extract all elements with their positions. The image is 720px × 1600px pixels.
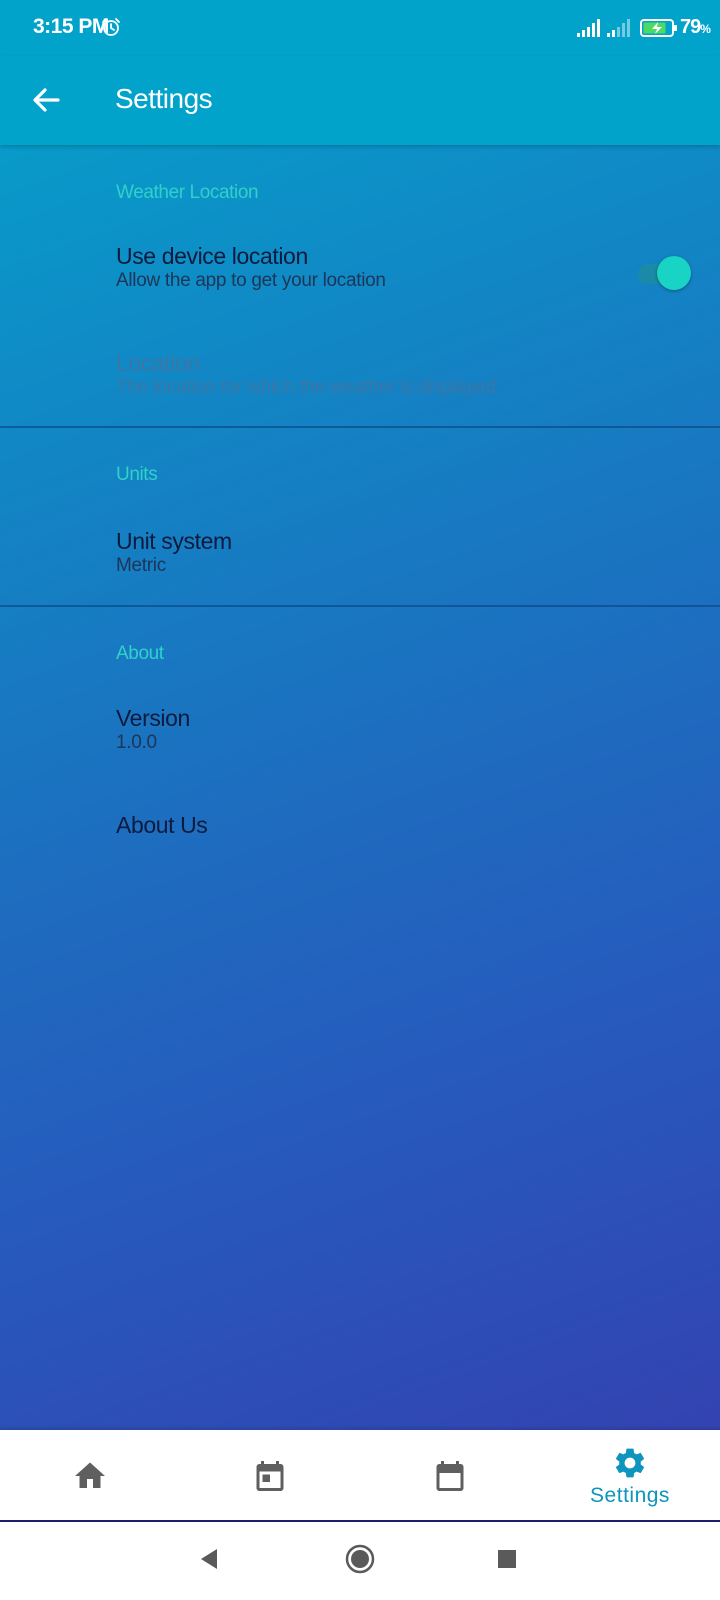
signal-strength-icon xyxy=(577,19,600,37)
system-navigation-bar xyxy=(0,1522,720,1600)
nav-calendar-today[interactable] xyxy=(180,1430,360,1520)
page-title: Settings xyxy=(115,83,213,114)
square-recents-icon[interactable] xyxy=(490,1542,524,1576)
alarm-clock-icon xyxy=(102,18,120,36)
app-bar: Settings xyxy=(0,56,720,145)
section-header-units: Units xyxy=(116,464,158,485)
nav-home[interactable] xyxy=(0,1430,180,1520)
section-header-weather-location: Weather Location xyxy=(116,182,259,203)
pref-title: About Us xyxy=(116,812,208,838)
nav-label-settings: Settings xyxy=(590,1484,670,1507)
arrow-back-icon[interactable] xyxy=(22,76,70,124)
pref-title: Version xyxy=(116,705,190,731)
section-divider xyxy=(0,426,720,428)
signal-strength-weak-icon xyxy=(607,19,630,37)
battery-charging-icon xyxy=(640,19,677,37)
nav-settings[interactable]: Settings xyxy=(540,1430,720,1520)
pref-title: Use device location xyxy=(116,243,308,269)
pref-summary: Allow the app to get your location xyxy=(116,270,386,291)
pref-version[interactable]: Version 1.0.0 xyxy=(0,688,720,780)
battery-percent: 79% xyxy=(680,16,711,38)
pref-location: Location The location for which the weat… xyxy=(0,330,720,422)
pref-use-device-location[interactable]: Use device location Allow the app to get… xyxy=(0,226,720,318)
nav-calendar-week[interactable] xyxy=(360,1430,540,1520)
pref-title: Unit system xyxy=(116,528,232,554)
section-header-about: About xyxy=(116,643,164,664)
status-bar: 3:15 PM 79% xyxy=(0,0,720,56)
triangle-back-icon[interactable] xyxy=(192,1542,226,1576)
pref-about-us[interactable]: About Us xyxy=(0,790,720,860)
use-device-location-switch[interactable] xyxy=(638,256,691,290)
gear-icon xyxy=(615,1448,645,1478)
section-divider xyxy=(0,605,720,607)
pref-summary: Metric xyxy=(116,555,166,576)
pref-summary: 1.0.0 xyxy=(116,732,157,753)
bottom-navigation: Settings xyxy=(0,1430,720,1522)
pref-unit-system[interactable]: Unit system Metric xyxy=(0,508,720,600)
switch-thumb xyxy=(657,256,691,290)
pref-title: Location xyxy=(116,350,200,376)
calendar-today-icon xyxy=(256,1461,284,1491)
status-time: 3:15 PM xyxy=(33,15,109,38)
circle-home-icon[interactable] xyxy=(343,1542,377,1576)
settings-screen: 3:15 PM 79% Settings Weather Location Us… xyxy=(0,0,720,1430)
home-icon xyxy=(75,1462,105,1488)
calendar-week-icon xyxy=(436,1461,464,1491)
pref-summary: The location for which the weather is di… xyxy=(116,377,496,398)
